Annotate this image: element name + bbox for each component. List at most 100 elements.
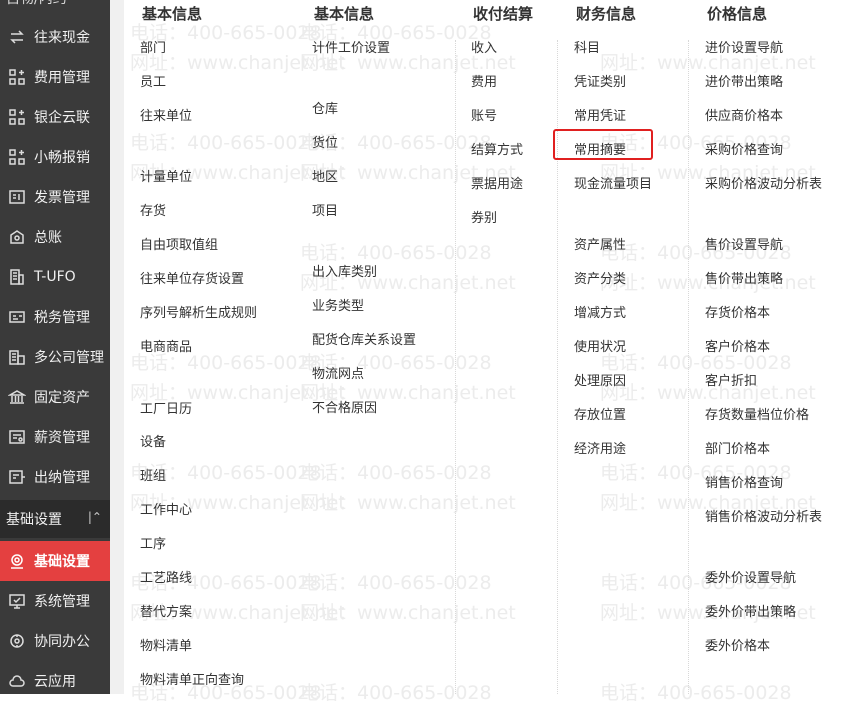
sidebar-item-label: 小畅报销 [34, 150, 90, 166]
menu-item-denomination[interactable]: 券别 [471, 207, 497, 226]
sidebar-item-expense[interactable]: 费用管理 [0, 57, 110, 97]
menu-item-outsource-price-nav[interactable]: 委外价设置导航 [705, 567, 796, 586]
column-header-price: 价格信息 [707, 5, 768, 23]
menu-item-defect-reason[interactable]: 不合格原因 [312, 397, 377, 416]
sidebar-item-receivables-cash[interactable]: 往来现金 [0, 17, 110, 57]
menu-item-department-price-book[interactable]: 部门价格本 [705, 438, 770, 457]
menu-item-bom[interactable]: 物料清单 [140, 635, 192, 654]
sidebar-item-cashier[interactable]: 出纳管理 [0, 457, 110, 497]
menu-item-piecework-price[interactable]: 计件工价设置 [312, 37, 390, 56]
sidebar-item-multi-company[interactable]: 多公司管理 [0, 337, 110, 377]
menu-item-work-center[interactable]: 工作中心 [140, 499, 192, 518]
sidebar-item-payroll[interactable]: 薪资管理 [0, 417, 110, 457]
menu-item-distribution-warehouse[interactable]: 配货仓库关系设置 [312, 329, 416, 348]
sidebar-item-system-admin[interactable]: 系统管理 [0, 581, 110, 621]
sidebar-item-label: 税务管理 [34, 310, 90, 326]
menu-item-ecommerce-goods[interactable]: 电商商品 [140, 336, 192, 355]
tax-card-icon [6, 306, 28, 328]
menu-item-bill-usage[interactable]: 票据用途 [471, 173, 523, 192]
sidebar-item-basic-settings[interactable]: 基础设置 [0, 541, 110, 581]
menu-item-sales-price-fluctuation[interactable]: 销售价格波动分析表 [705, 506, 822, 525]
menu-item-inventory[interactable]: 存货 [140, 200, 166, 219]
sidebar-item-invoice[interactable]: 发票管理 [0, 177, 110, 217]
menu-item-account[interactable]: 账号 [471, 105, 497, 124]
menu-item-serial-parse-rules[interactable]: 序列号解析生成规则 [140, 302, 257, 321]
menu-item-common-voucher[interactable]: 常用凭证 [574, 105, 626, 124]
menu-item-cash-flow-item[interactable]: 现金流量项目 [574, 173, 652, 192]
menu-item-employee[interactable]: 员工 [140, 71, 166, 90]
menu-item-team[interactable]: 班组 [140, 465, 166, 484]
sidebar-item-label: 云应用 [34, 674, 76, 690]
menu-item-outsource-price-strategy[interactable]: 委外价带出策略 [705, 601, 796, 620]
building-icon [6, 266, 28, 288]
sidebar-item-label: 固定资产 [34, 390, 90, 406]
menu-item-customer-price-book[interactable]: 客户价格本 [705, 336, 770, 355]
column-header-basic-info-2: 基本信息 [314, 5, 375, 23]
section-header-label: 基础设置 [6, 512, 62, 528]
menu-item-usage-status[interactable]: 使用状况 [574, 336, 626, 355]
highlight-box [553, 129, 653, 160]
menu-item-outsource-price-book[interactable]: 委外价格本 [705, 635, 770, 654]
menu-item-asset-category[interactable]: 资产分类 [574, 268, 626, 287]
menu-item-income[interactable]: 收入 [471, 37, 497, 56]
menu-item-sales-price-nav[interactable]: 售价设置导航 [705, 234, 783, 253]
menu-item-process[interactable]: 工序 [140, 533, 166, 552]
menu-item-voucher-type[interactable]: 凭证类别 [574, 71, 626, 90]
sidebar-top-stub[interactable]: 自物/内约 [0, 0, 116, 10]
menu-item-quantity-tier-price[interactable]: 存货数量档位价格 [705, 404, 809, 423]
chevron-up-icon[interactable]: |⌃ [88, 510, 102, 524]
menu-item-disposal-reason[interactable]: 处理原因 [574, 370, 626, 389]
sidebar-item-bank-cloud[interactable]: 银企云联 [0, 97, 110, 137]
menu-item-subject[interactable]: 科目 [574, 37, 600, 56]
menu-item-sales-price-strategy[interactable]: 售价带出策略 [705, 268, 783, 287]
grid-plus-icon [6, 146, 28, 168]
sidebar-item-tax[interactable]: 税务管理 [0, 297, 110, 337]
sidebar-item-label: T-UFO [34, 269, 76, 285]
menu-item-bom-forward-query[interactable]: 物料清单正向查询 [140, 669, 244, 688]
menu-item-purchase-price-query[interactable]: 采购价格查询 [705, 139, 783, 158]
menu-item-customer-discount[interactable]: 客户折扣 [705, 370, 757, 389]
menu-item-region[interactable]: 地区 [312, 166, 338, 185]
menu-item-expense[interactable]: 费用 [471, 71, 497, 90]
sidebar-item-reimbursement[interactable]: 小畅报销 [0, 137, 110, 177]
menu-item-supplier-price-book[interactable]: 供应商价格本 [705, 105, 783, 124]
menu-item-economic-use[interactable]: 经济用途 [574, 438, 626, 457]
menu-item-asset-attribute[interactable]: 资产属性 [574, 234, 626, 253]
menu-item-project[interactable]: 项目 [312, 200, 338, 219]
menu-item-factory-calendar[interactable]: 工厂日历 [140, 398, 192, 417]
sidebar-item-label: 出纳管理 [34, 470, 90, 486]
sidebar-item-t-ufo[interactable]: T-UFO [0, 257, 110, 297]
menu-item-purchase-price-strategy[interactable]: 进价带出策略 [705, 71, 783, 90]
menu-item-storage-location[interactable]: 存放位置 [574, 404, 626, 423]
sidebar-item-label: 总账 [34, 230, 62, 246]
menu-item-purchase-price-fluctuation[interactable]: 采购价格波动分析表 [705, 173, 822, 192]
section-header-basic-settings[interactable]: 基础设置 |⌃ [0, 500, 110, 538]
sidebar-item-collaboration[interactable]: 协同办公 [0, 621, 110, 661]
settings-target-icon [6, 550, 28, 572]
menu-item-in-out-category[interactable]: 出入库类别 [312, 261, 377, 280]
menu-item-partner-inventory-settings[interactable]: 往来单位存货设置 [140, 268, 244, 287]
menu-item-business-type[interactable]: 业务类型 [312, 295, 364, 314]
sidebar: 自物/内约 往来现金 费用管理 银企云联 小畅报销 发票管理 总账 T-UFO … [0, 0, 110, 694]
menu-item-change-method[interactable]: 增减方式 [574, 302, 626, 321]
menu-item-free-item-group[interactable]: 自由项取值组 [140, 234, 218, 253]
menu-item-inventory-price-book[interactable]: 存货价格本 [705, 302, 770, 321]
menu-item-location[interactable]: 货位 [312, 132, 338, 151]
menu-item-department[interactable]: 部门 [140, 37, 166, 56]
menu-item-purchase-price-nav[interactable]: 进价设置导航 [705, 37, 783, 56]
menu-item-equipment[interactable]: 设备 [140, 431, 166, 450]
sidebar-item-cloud-apps[interactable]: 云应用 [0, 661, 110, 701]
menu-item-logistics-point[interactable]: 物流网点 [312, 363, 364, 382]
sidebar-item-general-ledger[interactable]: 总账 [0, 217, 110, 257]
menu-item-warehouse[interactable]: 仓库 [312, 98, 338, 117]
sidebar-item-label: 银企云联 [34, 110, 90, 126]
menu-item-partner[interactable]: 往来单位 [140, 105, 192, 124]
sidebar-item-fixed-assets[interactable]: 固定资产 [0, 377, 110, 417]
menu-item-settlement-method[interactable]: 结算方式 [471, 139, 523, 158]
menu-item-sales-price-query[interactable]: 销售价格查询 [705, 472, 783, 491]
bank-icon [6, 386, 28, 408]
payroll-icon [6, 426, 28, 448]
menu-item-unit[interactable]: 计量单位 [140, 166, 192, 185]
menu-item-routing[interactable]: 工艺路线 [140, 567, 192, 586]
menu-item-alternative-plan[interactable]: 替代方案 [140, 601, 192, 620]
